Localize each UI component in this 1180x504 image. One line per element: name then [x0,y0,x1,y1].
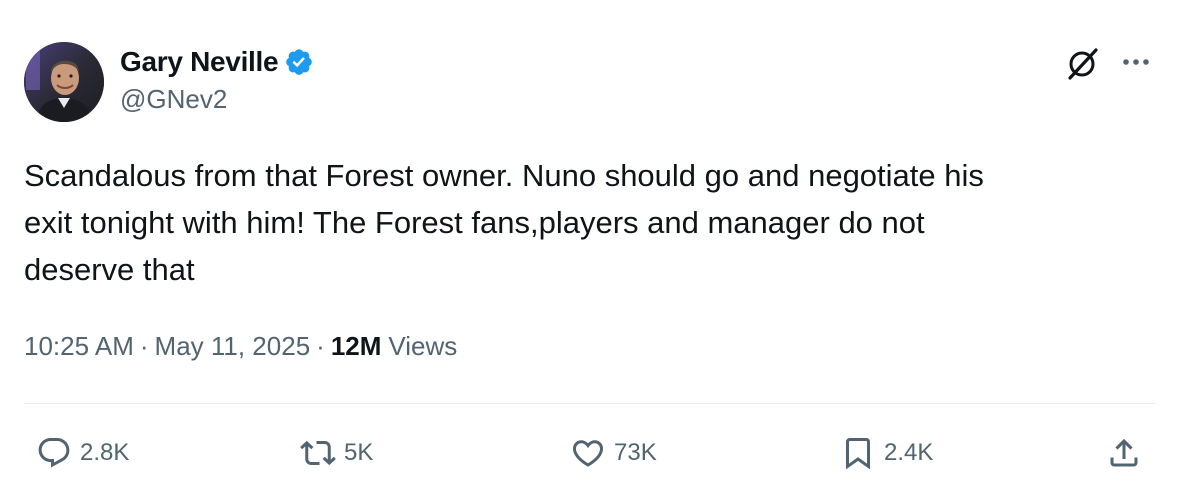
author-name-row: Gary Neville [120,44,314,80]
like-count: 73K [614,439,657,466]
tweet-text: Scandalous from that Forest owner. Nuno … [24,158,984,287]
views-label: Views [388,331,458,361]
like-button[interactable]: 73K [570,433,657,473]
share-button[interactable] [1106,433,1142,473]
author-display-name[interactable]: Gary Neville [120,46,279,78]
more-options-icon[interactable] [1118,50,1154,74]
bookmark-icon [846,438,870,470]
repost-count: 5K [344,439,374,466]
reply-count: 2.8K [80,439,130,466]
profile-photo-icon [24,42,104,122]
repost-button[interactable]: 5K [300,433,373,473]
share-icon [1110,438,1138,467]
avatar[interactable] [24,42,104,122]
meta-separator: · [316,331,325,361]
author-handle[interactable]: @GNev2 [120,84,227,115]
tweet-time[interactable]: 10:25 AM [24,331,134,362]
grok-icon[interactable] [1064,44,1102,82]
repost-icon [300,440,336,466]
tweet-date[interactable]: May 11, 2025 [155,331,311,362]
bookmark-button[interactable]: 2.4K [840,433,933,473]
reply-icon [38,438,70,468]
divider [24,403,1156,404]
heart-icon [572,440,604,467]
verified-badge-icon[interactable] [284,47,314,77]
tweet-card: Gary Neville @GNev2 Scandalous from that… [0,0,1180,504]
reply-button[interactable]: 2.8K [36,433,129,473]
bookmark-count: 2.4K [884,439,934,466]
meta-separator: · [139,331,149,361]
tweet-meta: 10:25 AM · May 11, 2025 · 12M Views [24,331,457,362]
views-count: 12M [330,331,382,361]
